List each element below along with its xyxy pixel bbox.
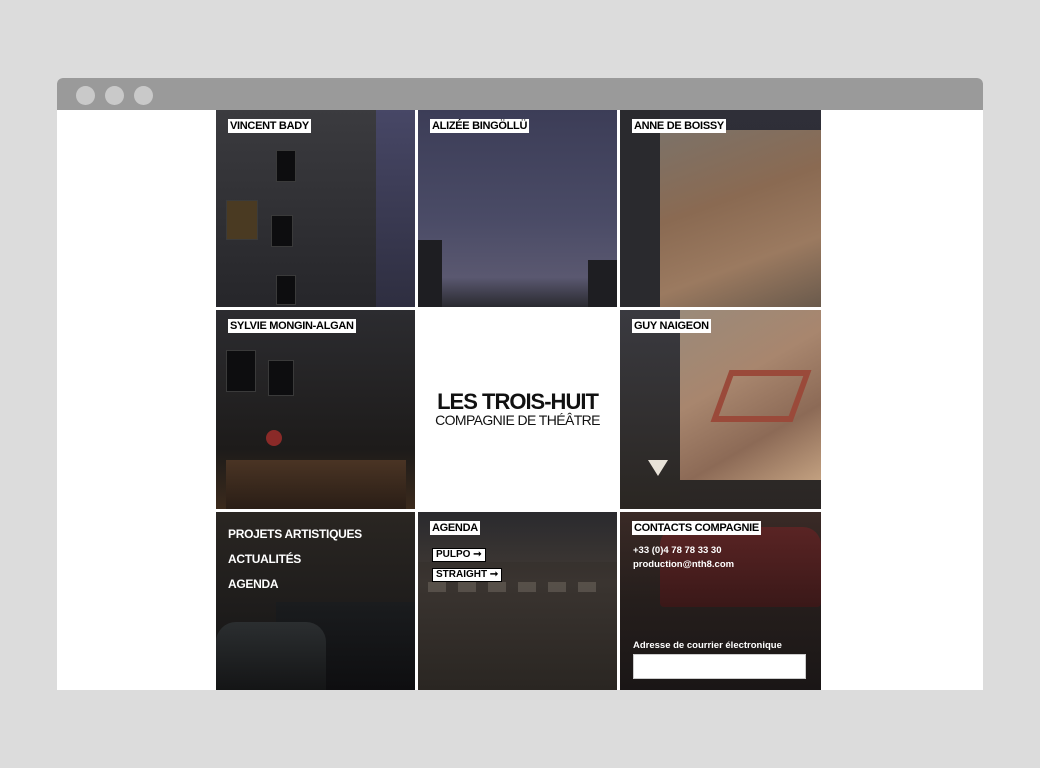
contact-phone[interactable]: +33 (0)4 78 78 33 30 bbox=[633, 544, 734, 558]
building-photo bbox=[620, 110, 660, 307]
window-shape bbox=[268, 360, 294, 396]
window-shape bbox=[226, 350, 256, 392]
menu-item-actualites[interactable]: ACTUALITÉS bbox=[228, 552, 362, 566]
menu-tile: PROJETS ARTISTIQUES ACTUALITÉS AGENDA bbox=[216, 512, 415, 690]
contact-email[interactable]: production@nth8.com bbox=[633, 558, 734, 572]
window-shape bbox=[226, 200, 258, 240]
menu-item-agenda[interactable]: AGENDA bbox=[228, 577, 362, 591]
person-name-tag[interactable]: SYLVIE MONGIN-ALGAN bbox=[228, 319, 356, 333]
contacts-tile: CONTACTS COMPAGNIE +33 (0)4 78 78 33 30 … bbox=[620, 512, 821, 690]
close-window-dot[interactable] bbox=[76, 86, 95, 105]
newsletter-email-input[interactable] bbox=[633, 654, 806, 679]
contact-info: +33 (0)4 78 78 33 30 production@nth8.com bbox=[633, 544, 734, 572]
minimize-window-dot[interactable] bbox=[105, 86, 124, 105]
browser-window: VINCENT BADY ALIZÉE BINGÖLLÜ ANNE DE BOI… bbox=[57, 78, 983, 690]
building-photo bbox=[620, 310, 680, 509]
tile-vincent-bady[interactable]: VINCENT BADY bbox=[216, 110, 415, 307]
yield-sign-icon bbox=[648, 460, 668, 476]
building-photo bbox=[588, 260, 617, 307]
agenda-tile: AGENDA PULPO ➞ STRAIGHT ➞ bbox=[418, 512, 617, 690]
building-photo bbox=[418, 240, 442, 307]
agenda-heading: AGENDA bbox=[430, 521, 480, 535]
person-name-tag[interactable]: ALIZÉE BINGÖLLÜ bbox=[430, 119, 530, 133]
car-photo bbox=[216, 622, 326, 690]
storefront-photo bbox=[226, 460, 406, 509]
tile-sylvie-mongin-algan[interactable]: SYLVIE MONGIN-ALGAN bbox=[216, 310, 415, 509]
newsletter-label: Adresse de courrier électronique bbox=[633, 640, 782, 651]
window-shape bbox=[271, 215, 293, 247]
menu-item-projets-artistiques[interactable]: PROJETS ARTISTIQUES bbox=[228, 527, 362, 541]
agenda-links: PULPO ➞ STRAIGHT ➞ bbox=[432, 544, 503, 584]
logo-subtitle: COMPAGNIE DE THÉÂTRE bbox=[435, 412, 600, 428]
tile-anne-de-boissy[interactable]: ANNE DE BOISSY bbox=[620, 110, 821, 307]
no-entry-sign-icon bbox=[266, 430, 282, 446]
person-name-tag[interactable]: GUY NAIGEON bbox=[632, 319, 711, 333]
person-name-tag[interactable]: ANNE DE BOISSY bbox=[632, 119, 726, 133]
tile-guy-naigeon[interactable]: GUY NAIGEON bbox=[620, 310, 821, 509]
sky-photo bbox=[376, 110, 415, 307]
logo-title: LES TROIS-HUIT bbox=[437, 389, 599, 414]
contacts-heading: CONTACTS COMPAGNIE bbox=[632, 521, 761, 535]
tile-grid: VINCENT BADY ALIZÉE BINGÖLLÜ ANNE DE BOI… bbox=[216, 110, 821, 690]
company-logo[interactable]: LES TROIS-HUIT COMPAGNIE DE THÉÂTRE bbox=[418, 310, 617, 509]
window-shape bbox=[276, 275, 296, 305]
mural-photo bbox=[660, 130, 821, 307]
maximize-window-dot[interactable] bbox=[134, 86, 153, 105]
person-name-tag[interactable]: VINCENT BADY bbox=[228, 119, 311, 133]
agenda-link-pulpo[interactable]: PULPO ➞ bbox=[432, 548, 486, 562]
agenda-link-straight[interactable]: STRAIGHT ➞ bbox=[432, 568, 503, 582]
window-shape bbox=[276, 150, 296, 182]
browser-titlebar bbox=[57, 78, 983, 110]
tile-alizee-bingollu[interactable]: ALIZÉE BINGÖLLÜ bbox=[418, 110, 617, 307]
main-menu: PROJETS ARTISTIQUES ACTUALITÉS AGENDA bbox=[228, 527, 362, 602]
logo-tile[interactable]: LES TROIS-HUIT COMPAGNIE DE THÉÂTRE bbox=[418, 310, 617, 509]
